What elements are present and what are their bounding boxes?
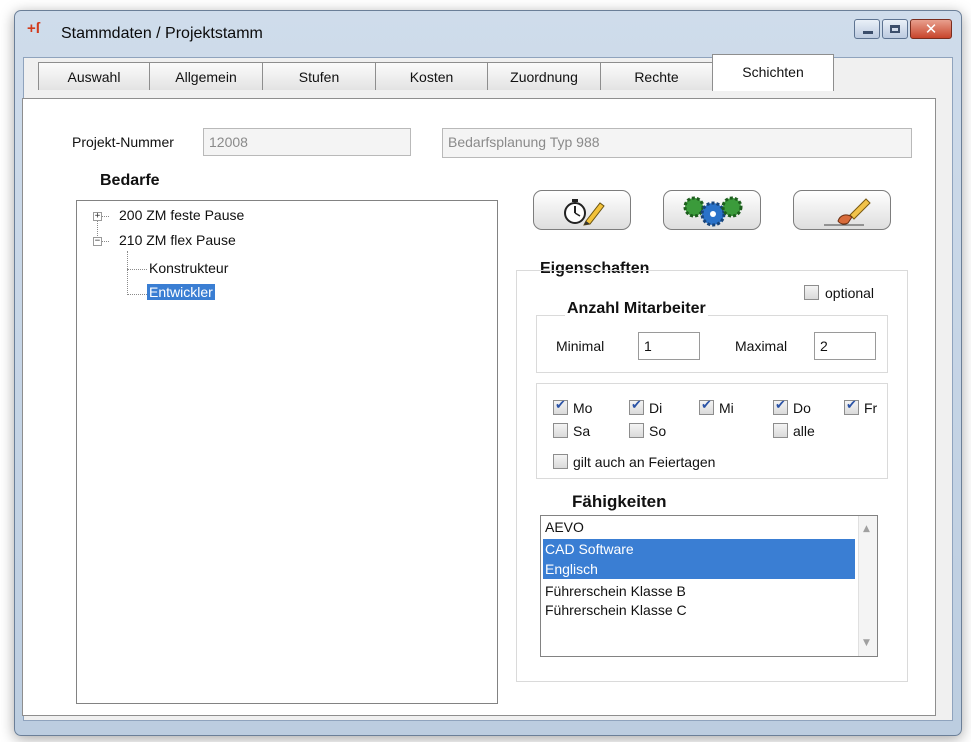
checkbox-alle[interactable] <box>773 423 788 438</box>
tab-stufen[interactable]: Stufen <box>262 62 376 90</box>
checkbox-so[interactable] <box>629 423 644 438</box>
minimal-label: Minimal <box>556 338 605 354</box>
list-item[interactable]: CAD Software <box>543 539 855 559</box>
app-logo-icon: +ſ <box>27 20 40 37</box>
checkbox-fr[interactable] <box>844 398 859 415</box>
maximize-button[interactable] <box>882 19 908 39</box>
tab-schichten[interactable]: Schichten <box>712 54 834 91</box>
optional-checkbox[interactable] <box>804 285 819 300</box>
tree-node-210[interactable]: 210 ZM flex Pause <box>119 232 236 248</box>
maximize-icon <box>890 25 900 33</box>
checkbox-di[interactable] <box>629 398 644 415</box>
tree-line <box>127 269 147 270</box>
tree-node-200[interactable]: 200 ZM feste Pause <box>119 207 244 223</box>
tab-allgemein[interactable]: Allgemein <box>149 62 263 90</box>
label-mi: Mi <box>719 400 734 416</box>
maximal-label: Maximal <box>735 338 788 354</box>
label-sa: Sa <box>573 423 591 439</box>
scroll-up-icon[interactable]: ▲ <box>863 524 870 534</box>
tab-auswahl[interactable]: Auswahl <box>38 62 150 90</box>
tree-line <box>101 216 109 217</box>
label-mo: Mo <box>573 400 593 416</box>
window-controls: ✕ <box>854 19 952 39</box>
mitarbeiter-heading: Anzahl Mitarbeiter <box>565 300 708 318</box>
list-scrollbar[interactable]: ▲ ▼ <box>858 516 877 656</box>
label-di: Di <box>649 400 663 416</box>
list-item[interactable]: Englisch <box>543 559 855 579</box>
label-do: Do <box>793 400 811 416</box>
scroll-down-icon[interactable]: ▼ <box>863 638 870 648</box>
clear-button[interactable] <box>793 190 891 230</box>
checkbox-mi[interactable] <box>699 398 714 415</box>
window-title: Stammdaten / Projektstamm <box>61 25 263 42</box>
collapse-icon[interactable]: − <box>93 237 102 246</box>
title-bar[interactable]: +ſ Stammdaten / Projektstamm ✕ <box>15 11 961 57</box>
label-feiertage: gilt auch an Feiertagen <box>573 454 716 470</box>
tab-rechte[interactable]: Rechte <box>600 62 713 90</box>
checkbox-sa[interactable] <box>553 423 568 438</box>
label-fr: Fr <box>864 400 878 416</box>
label-so: So <box>649 423 667 439</box>
tab-zuordnung[interactable]: Zuordnung <box>487 62 601 90</box>
close-button[interactable]: ✕ <box>910 19 952 39</box>
close-icon: ✕ <box>924 20 938 38</box>
list-item[interactable]: AEVO <box>545 517 584 537</box>
tree-node-konstrukteur[interactable]: Konstrukteur <box>149 260 228 276</box>
faehigkeiten-list[interactable]: AEVO CAD Software Englisch Führerschein … <box>540 515 878 657</box>
checkbox-mo[interactable] <box>553 398 568 415</box>
bedarfe-tree[interactable]: + 200 ZM feste Pause − 210 ZM flex Pause… <box>76 200 498 704</box>
gears-icon <box>683 196 743 227</box>
optional-label: optional <box>825 285 875 301</box>
list-item[interactable]: Führerschein Klasse B <box>545 581 686 601</box>
expand-icon[interactable]: + <box>93 212 102 221</box>
minimize-icon <box>863 31 873 34</box>
checkbox-do[interactable] <box>773 398 788 415</box>
list-item[interactable]: Führerschein Klasse C <box>545 600 687 620</box>
faehigkeiten-heading: Fähigkeiten <box>572 492 667 511</box>
tree-line <box>127 251 128 295</box>
stopwatch-pencil-icon <box>564 199 605 226</box>
minimal-input[interactable]: 1 <box>638 332 700 360</box>
minimize-button[interactable] <box>854 19 880 39</box>
brush-icon <box>824 198 871 226</box>
checkbox-feiertage[interactable] <box>553 454 568 469</box>
stopwatch-edit-button[interactable] <box>533 190 631 230</box>
project-name-field[interactable]: Bedarfsplanung Typ 988 <box>442 128 912 158</box>
project-number-field[interactable]: 12008 <box>203 128 411 156</box>
project-number-label: Projekt-Nummer <box>72 134 174 150</box>
label-alle: alle <box>793 423 815 439</box>
gears-button[interactable] <box>663 190 761 230</box>
tab-kosten[interactable]: Kosten <box>375 62 488 90</box>
maximal-input[interactable]: 2 <box>814 332 876 360</box>
tree-node-entwickler[interactable]: Entwickler <box>147 284 215 300</box>
tree-line <box>101 241 109 242</box>
tree-line <box>127 294 147 295</box>
bedarfe-heading: Bedarfe <box>100 172 160 189</box>
